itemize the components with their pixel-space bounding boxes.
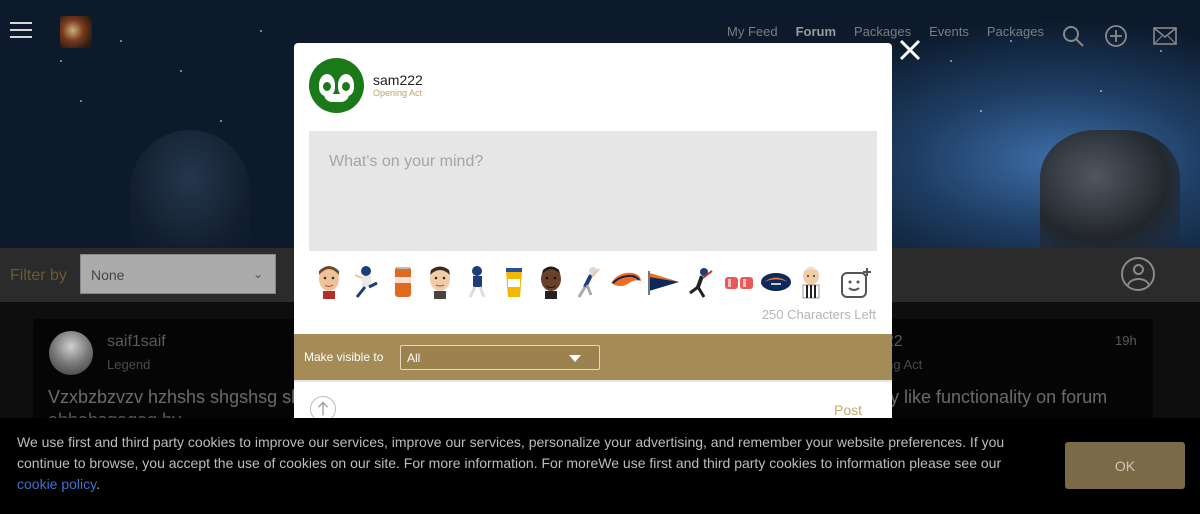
player-face-2-emoji[interactable] xyxy=(425,265,455,299)
visibility-bar: Make visible to All xyxy=(294,334,892,380)
referee-emoji[interactable] xyxy=(796,265,826,299)
nav-link-packages-2[interactable]: Packages xyxy=(987,24,1044,39)
site-logo[interactable] xyxy=(60,16,92,48)
chevron-down-icon: ⌄ xyxy=(252,267,263,281)
cookie-banner: We use first and third party cookies to … xyxy=(0,418,1200,514)
performer-silhouette-left xyxy=(130,130,250,248)
broncos-logo-emoji[interactable] xyxy=(609,265,643,299)
avatar[interactable] xyxy=(49,331,93,375)
football-emoji[interactable] xyxy=(759,265,793,299)
post-username[interactable]: saif1saif xyxy=(107,333,166,351)
cookie-ok-button[interactable]: OK xyxy=(1065,442,1185,489)
modal-user-rank: Opening Act xyxy=(373,88,423,98)
player-face-3-emoji[interactable] xyxy=(536,265,566,299)
post-rank: Legend xyxy=(107,357,151,372)
avatar xyxy=(309,58,364,113)
cup-emoji[interactable] xyxy=(499,265,529,299)
filter-label: Filter by xyxy=(10,267,67,284)
pennant-emoji[interactable] xyxy=(647,265,681,299)
can-emoji[interactable] xyxy=(388,265,418,299)
emoji-picker-row xyxy=(314,265,874,301)
performer-silhouette-right xyxy=(1040,130,1180,248)
filter-select[interactable]: None ⌄ xyxy=(80,254,276,294)
throw-emoji[interactable] xyxy=(686,265,716,299)
filter-selected-value: None xyxy=(91,267,125,283)
post-timestamp: 19h xyxy=(1115,333,1137,348)
nav-link-events[interactable]: Events xyxy=(929,24,969,39)
visibility-select[interactable]: All xyxy=(400,345,600,370)
post-button[interactable]: Post xyxy=(834,402,862,418)
cookie-message: We use first and third party cookies to … xyxy=(17,432,1017,495)
player-face-emoji[interactable] xyxy=(314,265,344,299)
gloves-emoji[interactable] xyxy=(722,265,756,299)
post-text: Vzxbzbzvzv hzhshs shgshsg sh xyxy=(48,387,302,407)
hamburger-menu-icon[interactable] xyxy=(10,22,32,40)
divider xyxy=(294,380,892,382)
nav-link-my-feed[interactable]: My Feed xyxy=(727,24,778,39)
search-icon[interactable] xyxy=(1061,24,1085,48)
plus-circle-icon[interactable] xyxy=(1104,24,1128,48)
envelope-icon[interactable] xyxy=(1152,24,1178,48)
characters-left-counter: 250 Characters Left xyxy=(761,307,876,322)
cookie-message-tail: . xyxy=(96,476,101,492)
catch-emoji[interactable] xyxy=(573,265,603,299)
nav-links: My Feed Forum Packages Events Packages xyxy=(727,24,1062,39)
cookie-message-text: We use first and third party cookies to … xyxy=(17,434,1005,471)
add-sticker-icon[interactable] xyxy=(840,267,872,299)
cookie-policy-link[interactable]: cookie policy xyxy=(17,476,96,492)
create-post-modal: sam222 Opening Act What's on your mind? … xyxy=(294,43,892,438)
close-icon[interactable] xyxy=(898,38,922,62)
post-text-input[interactable] xyxy=(309,131,877,251)
kicker-emoji[interactable] xyxy=(351,265,381,299)
modal-username: sam222 xyxy=(373,72,423,88)
post-text-right: tify like functionality on forum xyxy=(876,387,1108,407)
nav-link-forum[interactable]: Forum xyxy=(796,24,836,39)
runner-emoji[interactable] xyxy=(462,265,492,299)
user-profile-icon[interactable] xyxy=(1121,257,1155,291)
nav-link-packages[interactable]: Packages xyxy=(854,24,911,39)
visibility-label: Make visible to xyxy=(304,350,384,364)
visibility-selected-value: All xyxy=(407,351,421,365)
dropdown-triangle-icon xyxy=(569,355,581,362)
